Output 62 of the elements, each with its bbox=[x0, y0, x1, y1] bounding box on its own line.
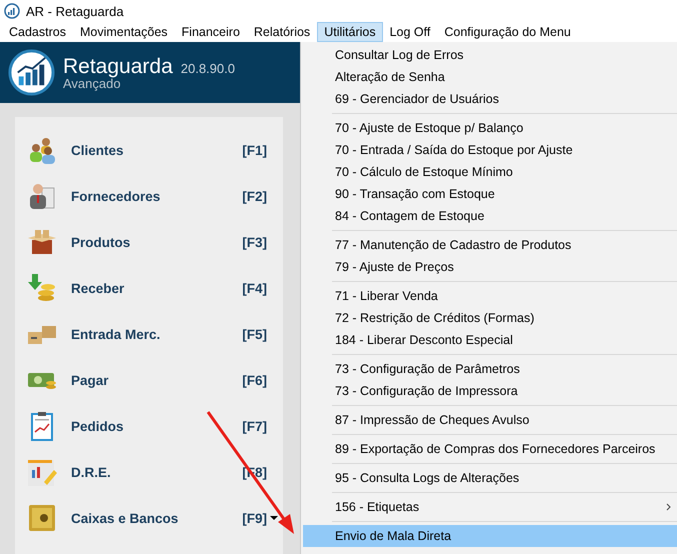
menu-entry[interactable]: 156 - Etiquetas bbox=[303, 496, 677, 518]
app-logo-icon bbox=[4, 3, 20, 19]
window-title: AR - Retaguarda bbox=[26, 4, 124, 18]
shortcut-item[interactable]: Receber [F4] bbox=[15, 265, 283, 311]
shortcut-label: Receber bbox=[71, 280, 126, 296]
menu-item[interactable]: Relatórios bbox=[246, 22, 318, 42]
shortcut-label: Fornecedores bbox=[71, 188, 162, 204]
menu-entry[interactable]: 70 - Cálculo de Estoque Mínimo bbox=[303, 161, 677, 183]
menu-entry[interactable]: 184 - Liberar Desconto Especial bbox=[303, 329, 677, 351]
safe-icon bbox=[26, 502, 58, 534]
menu-entry[interactable]: 79 - Ajuste de Preços bbox=[303, 256, 677, 278]
shortcut-key: [F3] bbox=[242, 234, 267, 250]
menu-entry[interactable]: 70 - Ajuste de Estoque p/ Balanço bbox=[303, 117, 677, 139]
app-name: Retaguarda bbox=[63, 56, 173, 76]
menu-entry[interactable]: 73 - Configuração de Impressora bbox=[303, 380, 677, 402]
shortcut-key: [F9] bbox=[242, 510, 267, 526]
menu-entry[interactable]: 89 - Exportação de Compras dos Fornecedores Parceiros bbox=[303, 438, 677, 460]
menu-item[interactable]: Movimentações bbox=[72, 22, 175, 42]
shortcut-label: Caixas e Bancos bbox=[71, 510, 180, 526]
shortcut-label: Pedidos bbox=[71, 418, 125, 434]
menu-entry[interactable]: 71 - Liberar Venda bbox=[303, 285, 677, 307]
shortcut-item[interactable]: Caixas e Bancos [F9] bbox=[15, 495, 283, 541]
menu-entry[interactable]: 72 - Restrição de Créditos (Formas) bbox=[303, 307, 677, 329]
menu-entry[interactable]: 90 - Transação com Estoque bbox=[303, 183, 677, 205]
shortcut-key: [F2] bbox=[242, 188, 267, 204]
menu-item[interactable]: Cadastros bbox=[2, 22, 73, 42]
shortcut-key: [F4] bbox=[242, 280, 267, 296]
menu-entry[interactable]: 95 - Consulta Logs de Alterações bbox=[303, 467, 677, 489]
shortcut-key: [F6] bbox=[242, 372, 267, 388]
shortcut-label: D.R.E. bbox=[71, 464, 112, 480]
shortcut-label: Clientes bbox=[71, 142, 125, 158]
chevron-right-icon bbox=[666, 503, 671, 511]
menu-item[interactable]: Log Off bbox=[382, 22, 438, 42]
menu-entry[interactable]: 70 - Entrada / Saída do Estoque por Ajuste bbox=[303, 139, 677, 161]
coins-icon bbox=[26, 272, 58, 304]
shortcut-item[interactable]: Entrada Merc. [F5] bbox=[15, 311, 283, 357]
shortcut-item[interactable]: Clientes [F1] bbox=[15, 127, 283, 173]
shortcut-item[interactable]: Produtos [F3] bbox=[15, 219, 283, 265]
shortcut-item[interactable]: Pagar [F6] bbox=[15, 357, 283, 403]
shortcut-label: Pagar bbox=[71, 372, 110, 388]
menu-entry[interactable]: 77 - Manutenção de Cadastro de Produtos bbox=[303, 234, 677, 256]
shortcut-key: [F1] bbox=[242, 142, 267, 158]
chart-logo-icon bbox=[8, 49, 55, 96]
shortcut-item[interactable]: Pedidos [F7] bbox=[15, 403, 283, 449]
menu-entry[interactable]: Envio de Mala Direta bbox=[303, 525, 677, 547]
menu-item[interactable]: Configuração do Menu bbox=[437, 22, 578, 42]
menu-entry[interactable]: 73 - Configuração de Parâmetros bbox=[303, 358, 677, 380]
menu-item[interactable]: Utilitários bbox=[317, 22, 383, 42]
shortcut-label: Entrada Merc. bbox=[71, 326, 162, 342]
menu-entry[interactable]: Consultar Log de Erros bbox=[303, 44, 677, 66]
version-text: 20.8.90.0 bbox=[180, 62, 235, 74]
shortcut-key: [F5] bbox=[242, 326, 267, 342]
shortcut-item[interactable]: Fornecedores [F2] bbox=[15, 173, 283, 219]
menu-entry[interactable]: 87 - Impressão de Cheques Avulso bbox=[303, 409, 677, 431]
menu-item[interactable]: Financeiro bbox=[174, 22, 247, 42]
menu-entry[interactable]: Alteração de Senha bbox=[303, 66, 677, 88]
menu-entry[interactable]: 84 - Contagem de Estoque bbox=[303, 205, 677, 227]
menu-entry[interactable]: 69 - Gerenciador de Usuários bbox=[303, 88, 677, 110]
shortcut-key: [F7] bbox=[242, 418, 267, 434]
edition-text: Avançado bbox=[63, 76, 121, 90]
caret-icon[interactable] bbox=[270, 516, 278, 520]
shortcut-label: Produtos bbox=[71, 234, 132, 250]
